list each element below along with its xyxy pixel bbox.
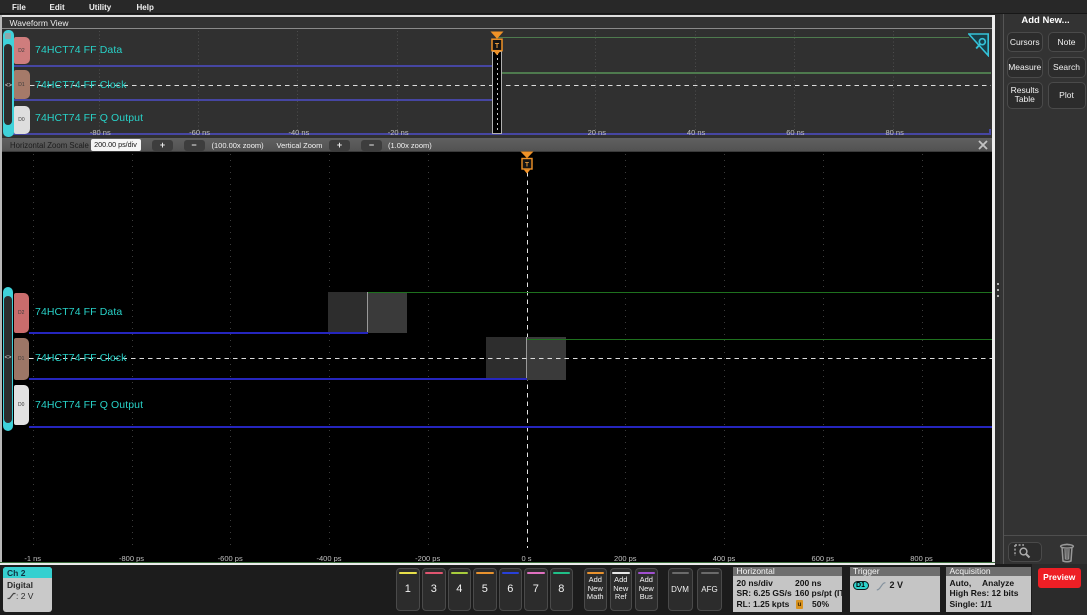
svg-text:T: T <box>525 161 529 168</box>
svg-text:T: T <box>495 42 500 49</box>
